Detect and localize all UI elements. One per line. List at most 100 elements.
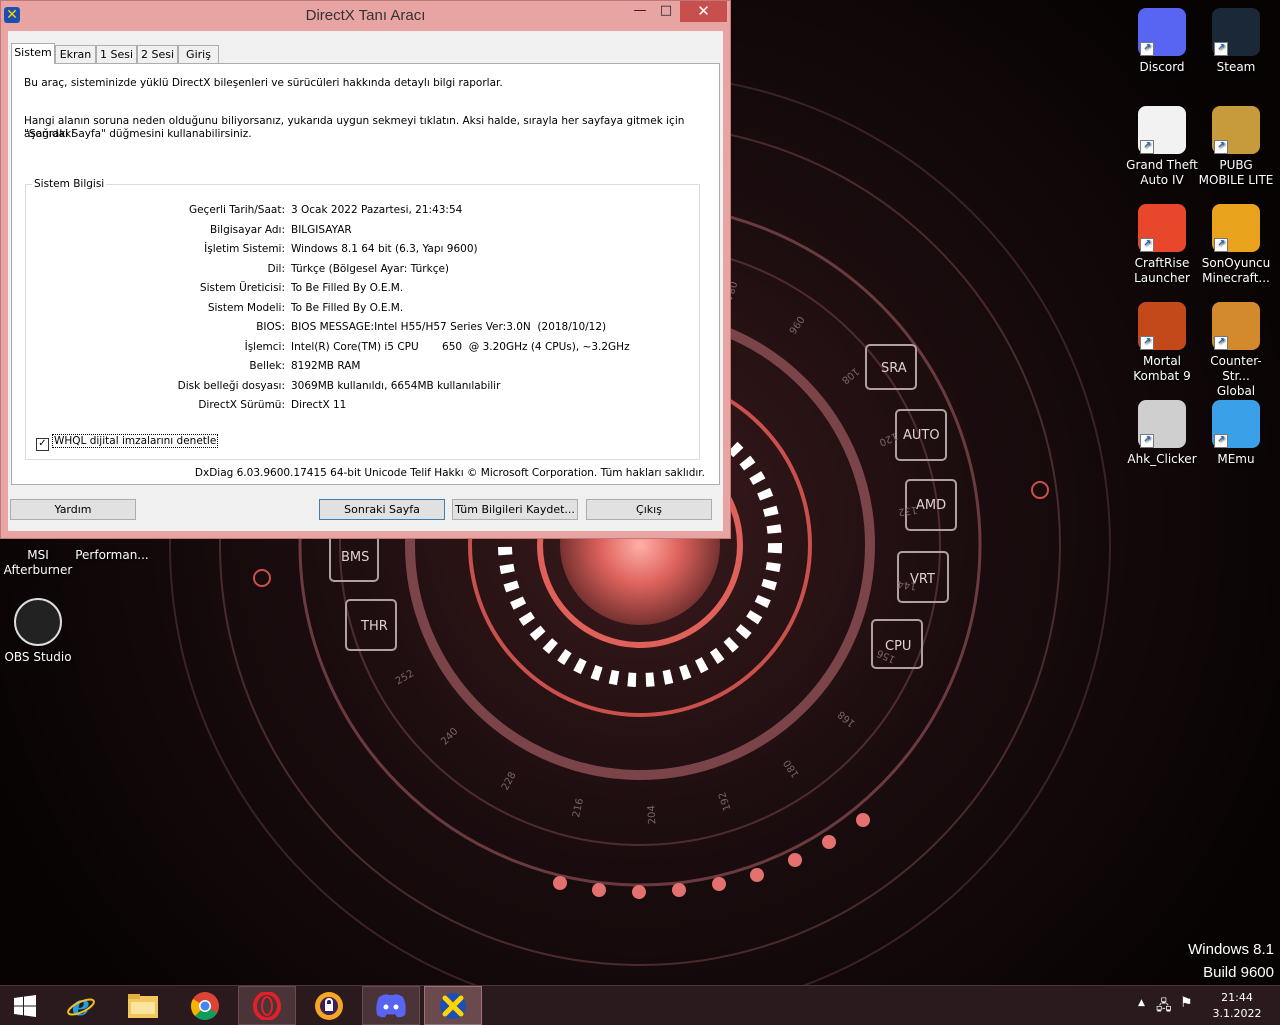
system-info-row: Dil: Türkçe (Bölgesel Ayar: Türkçe)	[26, 263, 701, 282]
action-center-flag-icon[interactable]: ⚑	[1180, 995, 1193, 1011]
desktop-icon-csgo[interactable]: ↗Counter-Str...Global Offe...	[1198, 302, 1274, 414]
desktop-icon-label: Grand Theft	[1126, 158, 1198, 172]
desktop-icon-steam[interactable]: ↗ Steam	[1198, 8, 1274, 75]
desktop-icon-label: Steam	[1216, 60, 1256, 74]
system-info-label: BIOS:	[256, 321, 285, 333]
desktop-icon-label: Mortal	[1142, 354, 1182, 368]
tab-1-sesi[interactable]: 1 Sesi	[96, 45, 137, 63]
system-info-value: To Be Filled By O.E.M.	[291, 282, 404, 294]
desktop-icon-memu[interactable]: ↗ MEmu	[1198, 400, 1274, 467]
shortcut-arrow-icon: ↗	[1140, 238, 1154, 252]
shortcut-arrow-icon: ↗	[1140, 140, 1154, 154]
tab-panel-sistem: Bu araç, sisteminizde yüklü DirectX bile…	[11, 63, 720, 485]
desktop-icon-performance[interactable]: Performan...	[74, 540, 150, 563]
maximize-button[interactable]: □	[653, 1, 679, 22]
tray-expand-icon[interactable]: ▲	[1138, 998, 1145, 1008]
tab-ekran[interactable]: Ekran	[55, 45, 96, 63]
system-info-label: Bellek:	[249, 360, 285, 372]
desktop-icon-label: Counter-Str...	[1210, 354, 1262, 383]
svg-text:BMS: BMS	[341, 550, 369, 565]
tab-2-sesi[interactable]: 2 Sesi	[137, 45, 178, 63]
desktop-icon-label: Afterburner	[3, 563, 73, 577]
craftrise-icon: ↗	[1138, 204, 1186, 252]
directx-icon	[440, 992, 466, 1019]
taskbar-opera[interactable]	[238, 986, 296, 1025]
whql-label: WHQL dijital imzalarını denetle	[52, 434, 219, 448]
taskbar: e ▲ 🖧 ⚑ 21:44 3.1.2022	[0, 985, 1280, 1025]
system-info-value: BILGISAYAR	[291, 223, 352, 236]
desktop-icon-discord[interactable]: ↗ Discord	[1124, 8, 1200, 75]
start-button[interactable]	[0, 986, 50, 1025]
desktop-icon-label: MEmu	[1217, 452, 1255, 466]
watermark-build: Build 9600	[1203, 964, 1274, 981]
desktop-icon-obs[interactable]: OBS Studio	[0, 598, 76, 665]
exit-button[interactable]: Çıkış	[586, 499, 712, 520]
minimize-button[interactable]: —	[627, 1, 653, 22]
clock[interactable]: 21:44 3.1.2022	[1212, 990, 1262, 1022]
taskbar-dxdiag[interactable]	[424, 986, 482, 1025]
shortcut-arrow-icon: ↗	[1214, 42, 1228, 56]
file-explorer-icon	[128, 993, 158, 1018]
chrome-icon	[191, 991, 219, 1020]
svg-text:SRA: SRA	[881, 361, 907, 376]
save-all-info-button[interactable]: Tüm Bilgileri Kaydet...	[452, 499, 578, 520]
close-button[interactable]: ✕	[680, 1, 727, 22]
system-info-value: DirectX 11	[291, 399, 347, 411]
desktop-icon-label: Ahk_Clicker	[1127, 452, 1197, 466]
desktop-icon-label: Auto IV	[1140, 173, 1184, 187]
taskbar-vpn[interactable]	[300, 986, 358, 1025]
discord-icon	[376, 993, 406, 1017]
desktop-icon-label: Kombat 9	[1133, 369, 1191, 383]
system-info-row: Bellek: 8192MB RAM	[26, 360, 701, 379]
system-info-label: DirectX Sürümü:	[198, 399, 285, 411]
vpn-shield-icon	[315, 991, 343, 1020]
desktop-icon-label: Discord	[1139, 60, 1185, 74]
system-info-label: Dil:	[267, 262, 285, 275]
checkbox-checkmark-icon[interactable]: ✓	[36, 438, 49, 451]
obs-icon	[14, 598, 62, 646]
desktop-icon-mortal-kombat[interactable]: ↗ Mortal Kombat 9	[1124, 302, 1200, 384]
system-info-value: 8192MB RAM	[291, 360, 361, 372]
directx-diagnostic-window[interactable]: ✕ DirectX Tanı Aracı — □ ✕ Sistem Ekran …	[0, 0, 731, 539]
desktop-icon-gta-iv[interactable]: ↗ Grand Theft Auto IV	[1124, 106, 1200, 188]
system-info-value: To Be Filled By O.E.M.	[291, 301, 404, 314]
taskbar-discord[interactable]	[362, 986, 420, 1025]
tab-sistem[interactable]: Sistem	[11, 43, 55, 64]
system-info-value: Windows 8.1 64 bit (6.3, Yapı 9600)	[291, 243, 478, 255]
system-info-value: Türkçe (Bölgesel Ayar: Türkçe)	[291, 262, 450, 275]
system-info-row: Sistem Üreticisi: To Be Filled By O.E.M.	[26, 282, 701, 301]
desktop-icon-label: OBS Studio	[4, 650, 72, 664]
desktop-icon-msi-afterburner[interactable]: MSI Afterburner	[0, 540, 76, 578]
system-info-label: Sistem Modeli:	[207, 301, 285, 314]
system-info-label: Disk belleği dosyası:	[177, 379, 285, 392]
svg-text:THR: THR	[360, 619, 388, 634]
taskbar-file-explorer[interactable]	[114, 986, 172, 1025]
internet-explorer-icon: e	[67, 991, 95, 1021]
desktop-icon-label: SonOyuncu	[1201, 256, 1271, 270]
system-info-value: 3 Ocak 2022 Pazartesi, 21:43:54	[291, 204, 463, 216]
taskbar-chrome[interactable]	[176, 986, 234, 1025]
taskbar-internet-explorer[interactable]: e	[52, 986, 110, 1025]
system-info-row: İşlemci: Intel(R) Core(TM) i5 CPU 650 @ 3…	[26, 341, 701, 360]
tab-giris[interactable]: Giriş	[178, 45, 219, 63]
network-icon[interactable]: 🖧	[1156, 995, 1172, 1019]
desktop-icon-pubg[interactable]: ↗ PUBG MOBILE LITE	[1198, 106, 1274, 188]
svg-text:AUTO: AUTO	[903, 428, 940, 443]
clock-date: 3.1.2022	[1212, 1007, 1262, 1020]
desktop-icon-sonoyuncu[interactable]: ↗ SonOyuncu Minecraft...	[1198, 204, 1274, 286]
sonoyuncu-icon: ↗	[1212, 204, 1260, 252]
group-title: Sistem Bilgisi	[32, 178, 107, 190]
desktop-icon-ahk-clicker[interactable]: ↗ Ahk_Clicker	[1124, 400, 1200, 467]
title-bar[interactable]: ✕ DirectX Tanı Aracı — □ ✕	[1, 1, 730, 31]
help-button[interactable]: Yardım	[10, 499, 136, 520]
shortcut-arrow-icon: ↗	[1214, 434, 1228, 448]
whql-checkbox[interactable]: ✓ WHQL dijital imzalarını denetle	[36, 434, 219, 451]
desktop-icon-label: Performan...	[75, 548, 149, 562]
watermark-version: Windows 8.1	[1188, 941, 1274, 958]
system-info-label: Bilgisayar Adı:	[210, 223, 285, 236]
system-info-row: Bilgisayar Adı: BILGISAYAR	[26, 224, 701, 243]
next-page-button[interactable]: Sonraki Sayfa	[319, 499, 445, 520]
shortcut-arrow-icon: ↗	[1140, 434, 1154, 448]
system-info-label: Geçerli Tarih/Saat:	[188, 204, 285, 216]
desktop-icon-craftrise[interactable]: ↗ CraftRise Launcher	[1124, 204, 1200, 286]
